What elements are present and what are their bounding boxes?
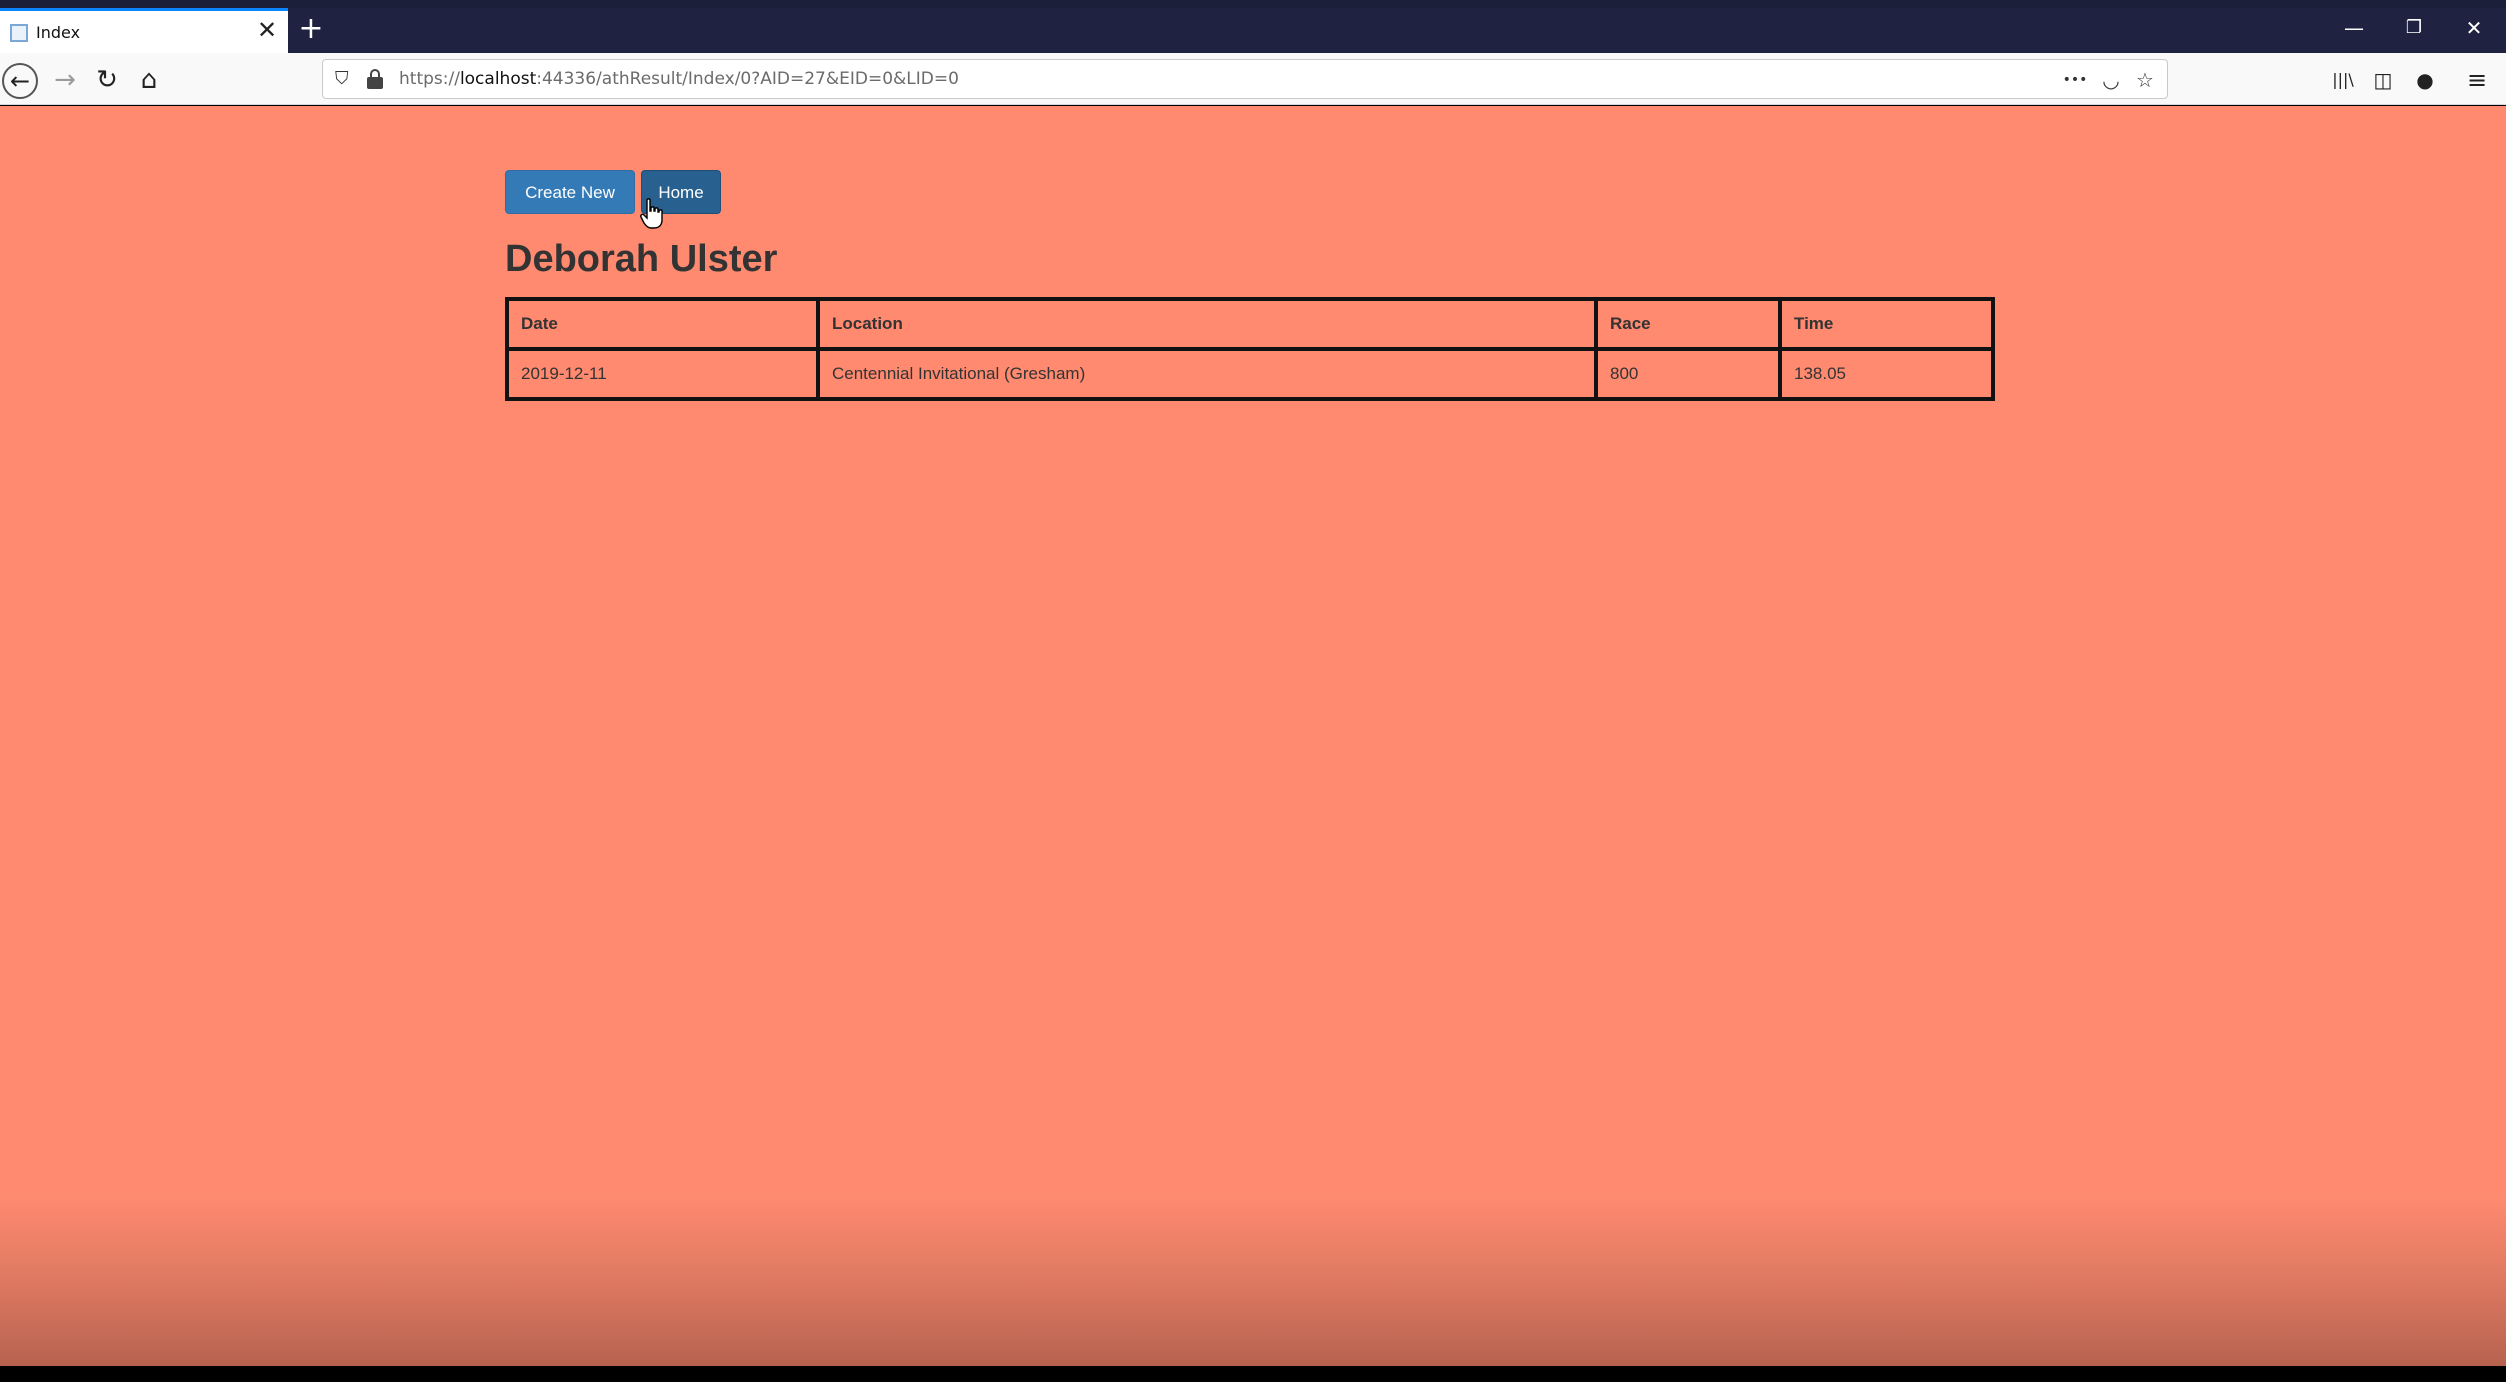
column-header-race: Race: [1594, 297, 1782, 351]
cell-race: 800: [1594, 347, 1782, 401]
hand-cursor-icon: [640, 198, 663, 229]
athlete-name-heading: Deborah Ulster: [505, 238, 778, 280]
close-window-icon[interactable]: ✕: [2454, 12, 2494, 44]
pocket-icon[interactable]: ◡: [2097, 67, 2125, 93]
reload-icon[interactable]: ↻: [90, 63, 124, 97]
cell-time: 138.05: [1778, 347, 1995, 401]
new-tab-icon[interactable]: +: [296, 14, 326, 44]
tracking-shield-icon[interactable]: ⛉: [335, 69, 355, 89]
home-icon[interactable]: ⌂: [132, 63, 166, 97]
page-icon: [10, 24, 28, 42]
window-top-edge: [0, 0, 2506, 8]
column-header-date: Date: [505, 297, 820, 351]
url-path: :44336/athResult/Index/0?AID=27&EID=0&LI…: [536, 69, 959, 89]
url-text[interactable]: https://localhost:44336/athResult/Index/…: [399, 69, 959, 89]
restore-window-icon[interactable]: ❐: [2394, 12, 2434, 44]
forward-arrow-icon[interactable]: →: [48, 63, 82, 97]
address-bar[interactable]: ⛉ https://localhost:44336/athResult/Inde…: [322, 59, 2168, 99]
url-host: localhost: [459, 69, 537, 89]
bookmark-star-icon[interactable]: ☆: [2131, 67, 2159, 93]
url-scheme: https://: [399, 69, 460, 89]
table-row: 2019-12-11 Centennial Invitational (Gres…: [505, 347, 1995, 401]
create-new-button[interactable]: Create New: [505, 170, 635, 214]
tab-strip: Index ✕ + — ❐ ✕: [0, 8, 2506, 53]
window-bottom-edge: [0, 1366, 2506, 1382]
sidebar-icon[interactable]: ◫: [2368, 65, 2398, 95]
navigation-toolbar: ← → ↻ ⌂ ⛉ https://localhost:44336/athRes…: [0, 53, 2506, 105]
column-header-time: Time: [1778, 297, 1995, 351]
library-icon[interactable]: |||\: [2328, 65, 2358, 95]
cell-location: Centennial Invitational (Gresham): [816, 347, 1598, 401]
lock-icon[interactable]: [367, 69, 383, 89]
close-tab-icon[interactable]: ✕: [254, 17, 280, 43]
back-arrow-icon[interactable]: ←: [2, 63, 38, 99]
results-table: Date Location Race Time 2019-12-11 Cente…: [505, 297, 1995, 401]
menu-icon[interactable]: ≡: [2462, 65, 2492, 95]
tab-index[interactable]: Index ✕: [0, 8, 288, 53]
account-icon[interactable]: ●: [2410, 65, 2440, 95]
table-header-row: Date Location Race Time: [505, 297, 1995, 351]
tab-title: Index: [36, 23, 81, 42]
page-content: Create New Home Deborah Ulster Date Loca…: [0, 106, 2506, 1366]
column-header-location: Location: [816, 297, 1598, 351]
page-actions-icon[interactable]: •••: [2061, 67, 2089, 93]
minimize-window-icon[interactable]: —: [2334, 12, 2374, 44]
cell-date: 2019-12-11: [505, 347, 820, 401]
